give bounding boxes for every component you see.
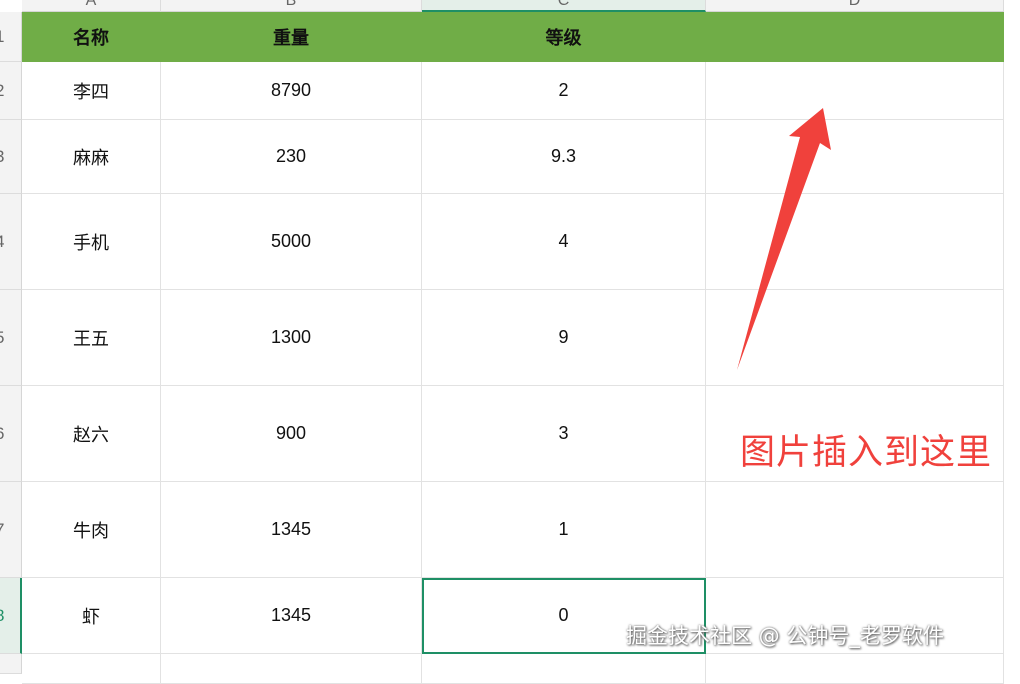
cell-name[interactable]: 手机 — [22, 194, 161, 290]
spreadsheet: A B C D 1 2 3 4 5 6 7 8 名称 重量 等级 李四 8790… — [0, 0, 1020, 684]
cell-d[interactable] — [706, 290, 1004, 386]
cell-d[interactable] — [706, 62, 1004, 120]
table-row: 王五 1300 9 — [22, 290, 1004, 386]
header-cell-grade[interactable]: 等级 — [422, 12, 706, 62]
table-row: 牛肉 1345 1 — [22, 482, 1004, 578]
watermark: 掘金技术社区 @ 公钟号_老罗软件 — [626, 624, 944, 648]
row-header-9[interactable] — [0, 654, 22, 674]
table-header-row: 名称 重量 等级 — [22, 12, 1004, 62]
cell-grade[interactable]: 9.3 — [422, 120, 706, 194]
column-header-b[interactable]: B — [161, 0, 422, 12]
header-cell-name[interactable]: 名称 — [22, 12, 161, 62]
row-header-1[interactable]: 1 — [0, 12, 22, 62]
cell-weight[interactable]: 230 — [161, 120, 422, 194]
cell-name[interactable]: 麻麻 — [22, 120, 161, 194]
cell-d[interactable] — [706, 194, 1004, 290]
table-row: 李四 8790 2 — [22, 62, 1004, 120]
row-header-5[interactable]: 5 — [0, 290, 22, 386]
column-header-c[interactable]: C — [422, 0, 706, 12]
cell-d[interactable] — [706, 482, 1004, 578]
cell-grade[interactable]: 9 — [422, 290, 706, 386]
cell-weight[interactable]: 900 — [161, 386, 422, 482]
cell-name[interactable]: 王五 — [22, 290, 161, 386]
cell-weight[interactable]: 8790 — [161, 62, 422, 120]
row-header-8[interactable]: 8 — [0, 578, 22, 654]
cell-weight[interactable]: 5000 — [161, 194, 422, 290]
cell-name[interactable]: 牛肉 — [22, 482, 161, 578]
annotation-label: 图片插入到这里 — [740, 433, 993, 473]
header-cell-d[interactable] — [706, 12, 1004, 62]
cell-name[interactable]: 虾 — [22, 578, 161, 654]
row-header-6[interactable]: 6 — [0, 386, 22, 482]
row-header-3[interactable]: 3 — [0, 120, 22, 194]
cell-empty[interactable] — [22, 654, 161, 684]
row-header-7[interactable]: 7 — [0, 482, 22, 578]
cell-weight[interactable]: 1345 — [161, 482, 422, 578]
row-header-2[interactable]: 2 — [0, 62, 22, 120]
table-row: 麻麻 230 9.3 — [22, 120, 1004, 194]
cell-weight[interactable]: 1300 — [161, 290, 422, 386]
cell-name[interactable]: 李四 — [22, 62, 161, 120]
cell-name[interactable]: 赵六 — [22, 386, 161, 482]
cell-empty[interactable] — [706, 654, 1004, 684]
cell-grade[interactable]: 4 — [422, 194, 706, 290]
cell-empty[interactable] — [422, 654, 706, 684]
cell-empty[interactable] — [161, 654, 422, 684]
table-row: 手机 5000 4 — [22, 194, 1004, 290]
cell-grade[interactable]: 1 — [422, 482, 706, 578]
table-row-empty — [22, 654, 1004, 684]
cell-grade[interactable]: 3 — [422, 386, 706, 482]
cell-d[interactable] — [706, 120, 1004, 194]
column-header-a[interactable]: A — [22, 0, 161, 12]
row-header-4[interactable]: 4 — [0, 194, 22, 290]
cell-weight[interactable]: 1345 — [161, 578, 422, 654]
column-header-d[interactable]: D — [706, 0, 1004, 12]
cell-grade[interactable]: 2 — [422, 62, 706, 120]
header-cell-weight[interactable]: 重量 — [161, 12, 422, 62]
